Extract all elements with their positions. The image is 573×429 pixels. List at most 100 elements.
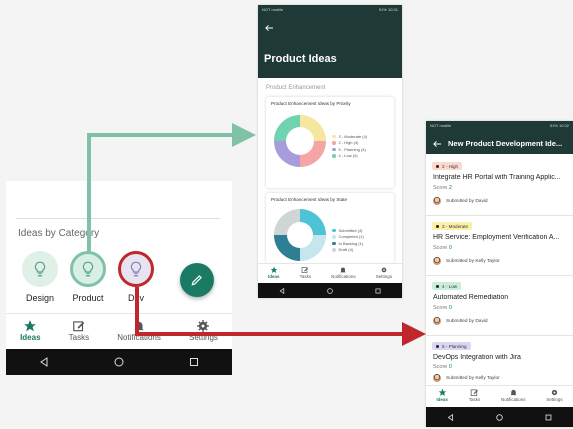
back-icon[interactable] (447, 413, 454, 421)
slice-draft (274, 209, 300, 235)
category-design-label: Design (25, 293, 54, 303)
recents-icon[interactable] (189, 357, 199, 367)
star-icon (24, 320, 37, 332)
status-bar: NOT mobile 51% 10:32 (426, 121, 573, 130)
nav-tasks-label: Tasks (299, 274, 312, 279)
ideas-by-category-title: Ideas by Category (18, 228, 100, 239)
nav-ideas-label: Ideas (20, 333, 41, 342)
bottom-nav: Ideas Tasks Notifications Settings (258, 263, 402, 283)
submitter-text: Submitted by Kelly Taylor (446, 375, 500, 381)
chart-legend: 3 - Moderate (4) 2 - High (4) 5 - Planni… (332, 133, 367, 159)
avatar (433, 197, 441, 205)
nav-tasks[interactable]: Tasks (468, 388, 481, 407)
slice-submitted (300, 209, 326, 235)
back-icon[interactable] (279, 287, 285, 294)
idea-card[interactable]: 3 - Moderate HR Service: Employment Veri… (426, 217, 573, 276)
idea-card[interactable]: 5 - Planning DevOps Integration with Jir… (426, 337, 573, 383)
home-icon[interactable] (327, 287, 333, 294)
recents-icon[interactable] (545, 414, 552, 421)
left-phone-screen: Ideas by Category Design Product Dev Ide… (6, 181, 232, 375)
page-title: New Product Development Ide... (448, 139, 563, 148)
legend-item: 5 - Planning (4) (338, 146, 366, 152)
nav-ideas[interactable]: Ideas (436, 388, 448, 407)
app-header: NOT mobile 51% 10:31 Product Ideas (258, 5, 402, 78)
avatar (433, 257, 441, 265)
badge-label: 4 - Low (442, 283, 458, 289)
nav-notifications[interactable]: Notifications (501, 388, 526, 407)
section-label: Product Enhancement (266, 85, 326, 91)
category-product-label: Product (72, 293, 104, 303)
priority-badge: 3 - Moderate (432, 222, 473, 230)
idea-score: Score 2 (433, 185, 452, 191)
gear-icon (551, 389, 558, 396)
nav-tasks[interactable]: Tasks (69, 319, 89, 349)
priority-donut-chart (274, 115, 326, 167)
priority-chart-card[interactable]: Product Enhancement Ideas by Priority 3 … (266, 97, 394, 188)
slice-low (274, 115, 300, 141)
android-nav-bar (258, 283, 402, 298)
submitter-text: Submitted by David (446, 198, 488, 204)
status-time: 51% 10:32 (549, 123, 569, 128)
app-header: NOT mobile 51% 10:32 New Product Develop… (426, 121, 573, 154)
back-arrow-icon[interactable] (264, 24, 273, 32)
category-dev-button[interactable] (118, 251, 154, 287)
legend-item: Completed (1) (338, 234, 364, 240)
nav-settings[interactable]: Settings (376, 266, 392, 283)
priority-badge: 2 - High (432, 162, 463, 170)
nav-settings[interactable]: Settings (546, 388, 563, 407)
legend-item: 2 - High (4) (338, 140, 359, 146)
bottom-nav: Ideas Tasks Notifications Settings (426, 385, 573, 407)
nav-ideas[interactable]: Ideas (20, 319, 41, 349)
home-icon[interactable] (496, 413, 503, 421)
nav-settings-label: Settings (546, 397, 563, 402)
nav-settings-label: Settings (375, 274, 392, 279)
status-carrier: NOT mobile (262, 7, 284, 12)
android-nav-bar (6, 349, 232, 375)
edit-icon (470, 389, 478, 396)
legend-item: In Backlog (1) (338, 240, 364, 246)
gear-icon (381, 267, 387, 273)
create-idea-fab[interactable] (180, 263, 214, 297)
nav-settings[interactable]: Settings (189, 319, 218, 349)
back-arrow-icon[interactable] (432, 140, 441, 148)
nav-notifications[interactable]: Notifications (117, 319, 161, 349)
chart-title: Product Enhancement Ideas by Priority (271, 101, 351, 106)
edit-icon (301, 267, 309, 273)
idea-score: Score 0 (433, 305, 452, 311)
priority-badge: 5 - Planning (432, 342, 471, 350)
idea-card[interactable]: 2 - High Integrate HR Portal with Traini… (426, 157, 573, 216)
slice-planning (274, 141, 300, 167)
idea-card[interactable]: 4 - Low Automated Remediation Score 0 Su… (426, 277, 573, 336)
nav-notifications-label: Notifications (501, 397, 526, 402)
nav-tasks-label: Tasks (468, 397, 481, 402)
back-icon[interactable] (39, 357, 49, 367)
category-dev-label: Dev (127, 293, 144, 303)
status-carrier: NOT mobile (430, 123, 452, 128)
idea-title: Automated Remediation (433, 294, 509, 301)
score-value: 0 (448, 364, 452, 370)
avatar (433, 317, 441, 325)
avatar (433, 374, 441, 382)
page-title: Product Ideas (264, 53, 337, 65)
status-bar: NOT mobile 51% 10:31 (258, 5, 402, 14)
pencil-icon (191, 275, 202, 286)
state-chart-card[interactable]: Product Enhancement Ideas by State Submi… (266, 193, 394, 263)
category-product-button[interactable] (70, 251, 106, 287)
nav-notifications[interactable]: Notifications (331, 266, 356, 283)
submitter-text: Submitted by Kelly Taylor (446, 258, 500, 264)
slice-in-backlog (274, 235, 300, 261)
recents-icon[interactable] (375, 288, 381, 294)
bell-icon (340, 267, 347, 273)
nav-ideas[interactable]: Ideas (268, 266, 280, 283)
gear-icon (197, 320, 210, 332)
home-icon[interactable] (114, 357, 124, 367)
category-design-button[interactable] (22, 251, 58, 287)
nav-tasks[interactable]: Tasks (299, 266, 312, 283)
idea-score: Score 0 (433, 364, 452, 370)
submitter: Submitted by David (433, 197, 488, 205)
score-value: 2 (448, 185, 452, 191)
idea-title: Integrate HR Portal with Training Applic… (433, 174, 561, 181)
nav-settings-label: Settings (188, 333, 218, 342)
legend-item: 4 - Low (4) (338, 153, 358, 159)
badge-label: 2 - High (442, 163, 459, 169)
